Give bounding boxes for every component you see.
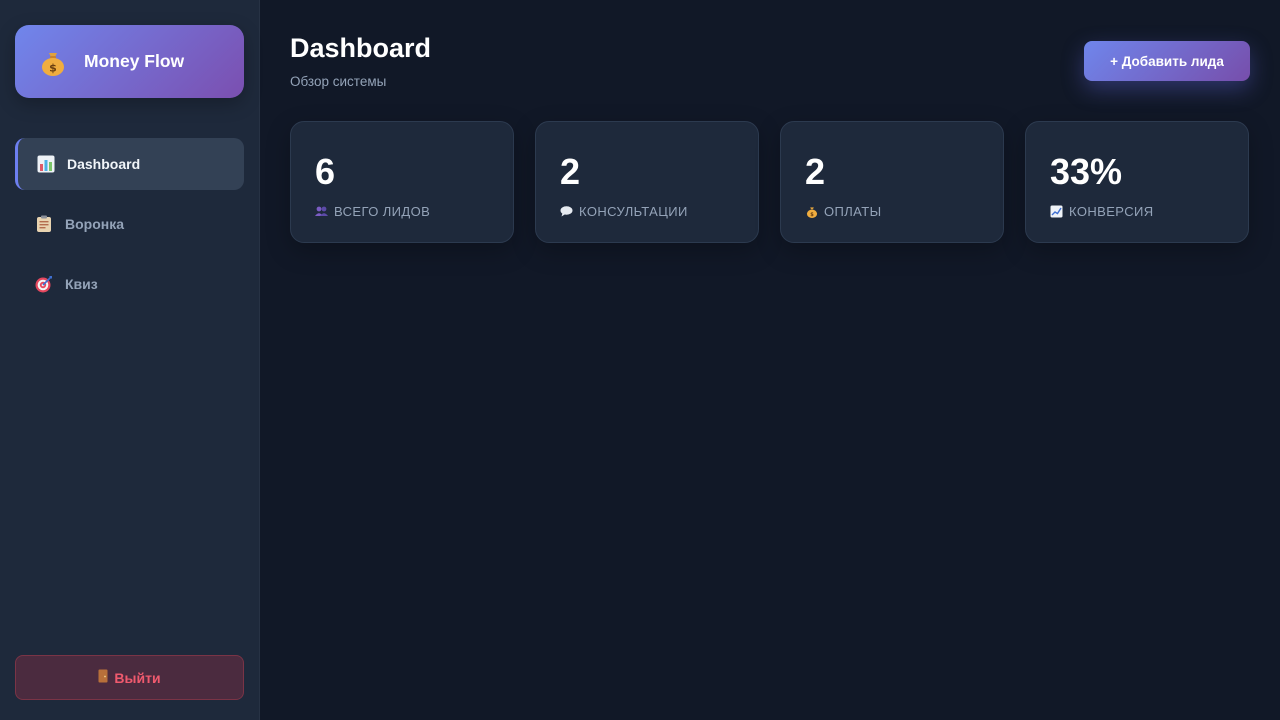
sidebar-item-label: Квиз: [65, 276, 98, 292]
brand-logo[interactable]: $ Money Flow: [15, 25, 244, 98]
stat-card-total-leads: 6 ВСЕГО ЛИДОВ: [290, 121, 514, 243]
trend-chart-icon: [1050, 205, 1063, 218]
sidebar-item-funnel[interactable]: Воронка: [15, 198, 244, 250]
logout-button[interactable]: Выйти: [15, 655, 244, 700]
speech-bubble-icon: [560, 205, 573, 218]
sidebar-item-label: Dashboard: [67, 156, 141, 172]
stat-card-consultations: 2 КОНСУЛЬТАЦИИ: [535, 121, 759, 243]
stats-row: 6 ВСЕГО ЛИДОВ 2 КОНСУЛЬТАЦИИ 2 $ ОПЛАТЫ …: [290, 121, 1249, 243]
stat-label: ВСЕГО ЛИДОВ: [334, 204, 431, 219]
stat-card-payments: 2 $ ОПЛАТЫ: [780, 121, 1004, 243]
stat-label: ОПЛАТЫ: [824, 204, 882, 219]
svg-text:$: $: [49, 61, 57, 74]
sidebar-item-dashboard[interactable]: Dashboard: [15, 138, 244, 190]
main-content: Dashboard Обзор системы + Добавить лида …: [260, 0, 1280, 720]
app: $ Money Flow Dashboard Воронка Квиз Выйт…: [0, 0, 1280, 720]
money-bag-icon: $: [38, 47, 68, 77]
target-icon: [35, 275, 53, 293]
money-bag-icon: $: [805, 205, 818, 218]
page-title: Dashboard: [290, 33, 432, 63]
sidebar-item-label: Воронка: [65, 216, 125, 232]
brand-title: Money Flow: [84, 51, 185, 71]
stat-card-conversion: 33% КОНВЕРСИЯ: [1025, 121, 1249, 243]
page-subtitle: Обзор системы: [290, 74, 387, 89]
stat-value: 2: [805, 151, 826, 192]
people-icon: [315, 205, 328, 218]
stat-label-row: $ ОПЛАТЫ: [805, 204, 979, 219]
stat-label-row: ВСЕГО ЛИДОВ: [315, 204, 489, 219]
clipboard-icon: [35, 215, 53, 233]
svg-text:$: $: [810, 212, 814, 218]
stat-value: 6: [315, 151, 336, 192]
add-lead-button[interactable]: + Добавить лида: [1084, 41, 1250, 81]
stat-label: КОНВЕРСИЯ: [1069, 204, 1154, 219]
bar-chart-icon: [37, 155, 55, 173]
stat-value: 2: [560, 151, 581, 192]
logout-label: Выйти: [114, 669, 161, 686]
stat-label-row: КОНСУЛЬТАЦИИ: [560, 204, 734, 219]
sidebar: $ Money Flow Dashboard Воронка Квиз Выйт…: [0, 0, 260, 720]
sidebar-nav: Dashboard Воронка Квиз: [15, 138, 244, 310]
stat-label-row: КОНВЕРСИЯ: [1050, 204, 1224, 219]
stat-value: 33%: [1050, 151, 1123, 192]
sidebar-item-quiz[interactable]: Квиз: [15, 258, 244, 310]
stat-label: КОНСУЛЬТАЦИИ: [579, 204, 688, 219]
door-icon: [98, 668, 108, 687]
